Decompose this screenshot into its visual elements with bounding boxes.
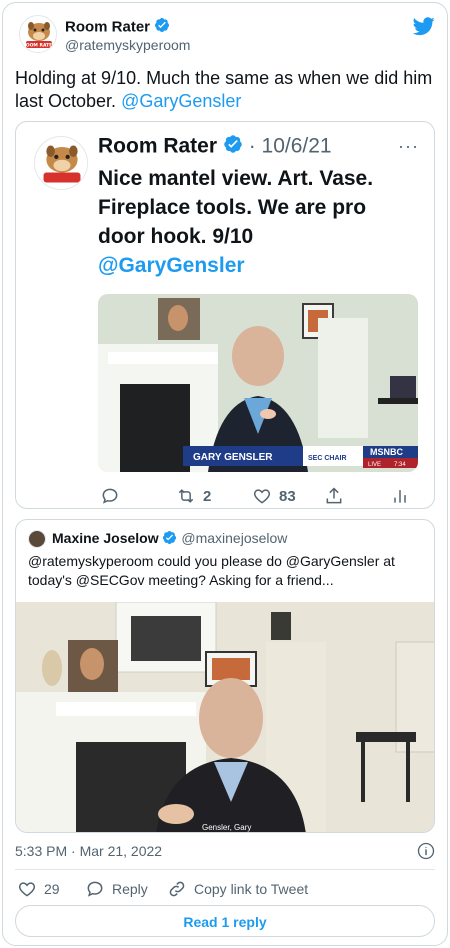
- embedded-analytics-button[interactable]: [390, 486, 410, 506]
- more-icon[interactable]: ···: [398, 136, 419, 157]
- link-icon: [169, 881, 185, 897]
- author-name[interactable]: Room Rater: [65, 19, 150, 36]
- tweet-timestamp[interactable]: 5:33 PM · Mar 21, 2022: [15, 843, 162, 859]
- quote-tweet-text: @ratemyskyperoom could you please do @Ga…: [28, 553, 395, 588]
- embedded-retweet-count: 2: [203, 487, 212, 505]
- reply-label: Reply: [112, 881, 148, 897]
- embedded-like-button[interactable]: 83: [252, 486, 296, 506]
- reply-button[interactable]: Reply: [85, 879, 148, 899]
- copy-link-button[interactable]: Copy link to Tweet: [167, 879, 308, 899]
- embedded-like-count: 83: [279, 487, 296, 505]
- svg-text:ROOM RATER: ROOM RATER: [22, 43, 56, 49]
- author-avatar[interactable]: ROOM RATER: [19, 15, 57, 53]
- svg-text:MSNBC: MSNBC: [370, 447, 403, 457]
- verified-badge-icon: [162, 530, 177, 548]
- verified-badge-icon: [154, 17, 170, 38]
- twitter-bird-icon[interactable]: [412, 15, 435, 42]
- divider: [15, 869, 435, 870]
- embedded-date: · 10/6/21: [248, 134, 332, 158]
- mention-link[interactable]: @GaryGensler: [121, 91, 241, 111]
- video-frame-illustration: GARY GENSLER SEC CHAIR MSNBC LIVE 7:34: [98, 294, 418, 472]
- quote-tweet-card[interactable]: Maxine Joselow @maxinejoselow @ratemysky…: [15, 519, 435, 833]
- like-button[interactable]: 29: [17, 879, 60, 899]
- embedded-author-avatar: [34, 136, 88, 190]
- svg-text:LIVE: LIVE: [368, 462, 381, 468]
- embedded-share-button[interactable]: [324, 486, 344, 506]
- analytics-icon: [394, 490, 406, 503]
- embedded-reply-button[interactable]: [100, 486, 120, 506]
- share-icon: [326, 487, 342, 504]
- embedded-tweet-text: Nice mantel view. Art. Vase. Fireplace t…: [98, 164, 418, 280]
- reply-icon: [102, 488, 118, 504]
- heart-icon: [253, 489, 271, 504]
- embedded-mention-link: @GaryGensler: [98, 254, 245, 277]
- info-icon[interactable]: [416, 841, 436, 866]
- embedded-tweet-card[interactable]: Room Rater · 10/6/21 ··· Nice mantel vie…: [15, 121, 435, 509]
- embedded-author-name: Room Rater: [98, 134, 218, 158]
- retweet-icon: [178, 489, 194, 503]
- embedded-retweet-button[interactable]: 2: [176, 486, 211, 506]
- verified-badge-icon: [223, 134, 243, 160]
- like-count: 29: [44, 881, 60, 897]
- copy-link-label: Copy link to Tweet: [194, 881, 309, 897]
- tweet-card: ROOM RATER Room Rater @ratemyskyperoom H…: [2, 2, 448, 946]
- quote-video[interactable]: Gensler, Gary: [16, 602, 434, 832]
- svg-text:Gensler, Gary: Gensler, Gary: [202, 823, 251, 832]
- svg-text:SEC CHAIR: SEC CHAIR: [308, 455, 347, 462]
- tweet-text: Holding at 9/10. Much the same as when w…: [15, 67, 435, 113]
- embedded-text-body: Nice mantel view. Art. Vase. Fireplace t…: [98, 167, 374, 248]
- quote-author-avatar: [28, 530, 46, 548]
- quote-author-handle: @maxinejoselow: [181, 530, 288, 546]
- reply-icon: [87, 881, 103, 897]
- embedded-video[interactable]: GARY GENSLER SEC CHAIR MSNBC LIVE 7:34: [98, 294, 418, 472]
- read-replies-button[interactable]: Read 1 reply: [15, 905, 435, 937]
- video-frame-illustration: Gensler, Gary: [16, 602, 434, 832]
- author-handle[interactable]: @ratemyskyperoom: [65, 37, 190, 53]
- quote-author-name: Maxine Joselow: [52, 530, 159, 546]
- svg-text:GARY GENSLER: GARY GENSLER: [193, 452, 273, 463]
- svg-text:7:34: 7:34: [394, 462, 406, 468]
- heart-icon: [18, 882, 36, 897]
